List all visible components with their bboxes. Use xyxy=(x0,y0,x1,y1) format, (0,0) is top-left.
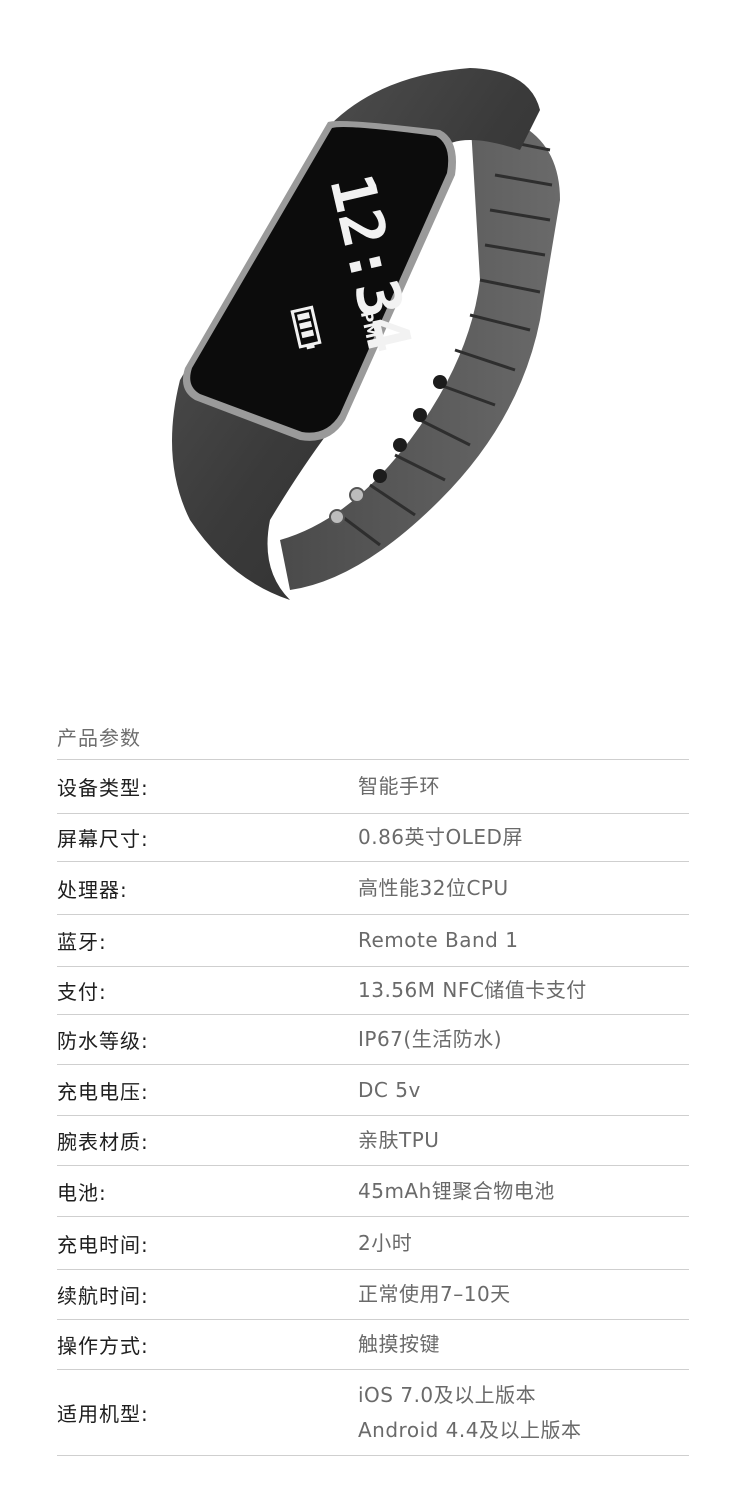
specs-title: 产品参数 xyxy=(57,726,141,750)
spec-row: 设备类型: 智能手环 xyxy=(57,760,689,814)
spec-table: 设备类型: 智能手环屏幕尺寸: 0.86英寸OLED屏处理器: 高性能32位CPU 蓝牙… xyxy=(57,759,689,1456)
spec-value-line: 亲肤TPU xyxy=(358,1128,440,1152)
spec-label: 充电电压: xyxy=(57,1079,149,1104)
product-image: 12:34 PM xyxy=(0,0,750,680)
spec-value-line: 高性能32位CPU xyxy=(358,875,509,900)
spec-value-line: 2小时 xyxy=(358,1230,413,1255)
spec-label: 电池: xyxy=(57,1180,107,1205)
spec-row: 操作方式: 触摸按键 xyxy=(57,1320,689,1370)
spec-value: DC 5v xyxy=(358,1073,689,1108)
spec-value-line: iOS 7.0及以上版本 xyxy=(358,1382,537,1407)
spec-value: iOS 7.0及以上版本 Android 4.4及以上版本 xyxy=(358,1378,689,1448)
spec-row: 屏幕尺寸: 0.86英寸OLED屏 xyxy=(57,814,689,862)
spec-label: 操作方式: xyxy=(57,1334,149,1358)
spec-value: 0.86英寸OLED屏 xyxy=(358,820,689,855)
spec-value-line: IP67(生活防水) xyxy=(358,1027,503,1051)
spec-value-line: 智能手环 xyxy=(358,774,440,798)
spec-label: 防水等级: xyxy=(57,1029,149,1053)
spec-label: 续航时间: xyxy=(57,1284,149,1308)
spec-label: 充电时间: xyxy=(57,1232,149,1257)
spec-value: 2小时 xyxy=(358,1226,689,1261)
spec-label: 适用机型: xyxy=(57,1402,149,1426)
spec-value: 触摸按键 xyxy=(358,1327,689,1362)
spec-value-line: Android 4.4及以上版本 xyxy=(358,1417,582,1442)
spec-label: 处理器: xyxy=(57,877,128,902)
spec-row: 充电时间: 2小时 xyxy=(57,1217,689,1270)
spec-label: 支付: xyxy=(57,980,107,1004)
spec-row: 蓝牙: Remote Band 1 xyxy=(57,915,689,967)
spec-row: 腕表材质: 亲肤TPU xyxy=(57,1116,689,1166)
spec-value: 13.56M NFC储值卡支付 xyxy=(358,973,689,1008)
spec-row: 电池: 45mAh锂聚合物电池 xyxy=(57,1166,689,1217)
spec-value-line: 正常使用7–10天 xyxy=(358,1282,511,1306)
spec-label: 腕表材质: xyxy=(57,1130,149,1154)
spec-label: 蓝牙: xyxy=(57,930,107,954)
spec-value-line: 0.86英寸OLED屏 xyxy=(358,825,523,849)
spec-value: 智能手环 xyxy=(358,769,689,804)
spec-row: 充电电压: DC 5v xyxy=(57,1065,689,1116)
spec-value: 正常使用7–10天 xyxy=(358,1277,689,1312)
spec-row: 续航时间: 正常使用7–10天 xyxy=(57,1270,689,1320)
spec-value: Remote Band 1 xyxy=(358,923,689,958)
spec-row: 防水等级: IP67(生活防水) xyxy=(57,1015,689,1065)
spec-value: IP67(生活防水) xyxy=(358,1022,689,1057)
spec-value-line: DC 5v xyxy=(358,1077,421,1102)
spec-value-line: Remote Band 1 xyxy=(358,928,519,952)
smart-band-illustration: 12:34 PM xyxy=(172,68,560,600)
spec-value: 45mAh锂聚合物电池 xyxy=(358,1174,689,1209)
spec-row: 适用机型: iOS 7.0及以上版本 Android 4.4及以上版本 xyxy=(57,1370,689,1456)
spec-value-line: 触摸按键 xyxy=(358,1332,440,1356)
spec-value: 高性能32位CPU xyxy=(358,871,689,906)
spec-value-line: 45mAh锂聚合物电池 xyxy=(358,1178,555,1203)
spec-label: 屏幕尺寸: xyxy=(57,827,149,851)
spec-label: 设备类型: xyxy=(57,776,149,800)
spec-row: 支付: 13.56M NFC储值卡支付 xyxy=(57,967,689,1015)
spec-row: 处理器: 高性能32位CPU xyxy=(57,862,689,915)
spec-value-line: 13.56M NFC储值卡支付 xyxy=(358,978,587,1002)
spec-value: 亲肤TPU xyxy=(358,1123,689,1158)
